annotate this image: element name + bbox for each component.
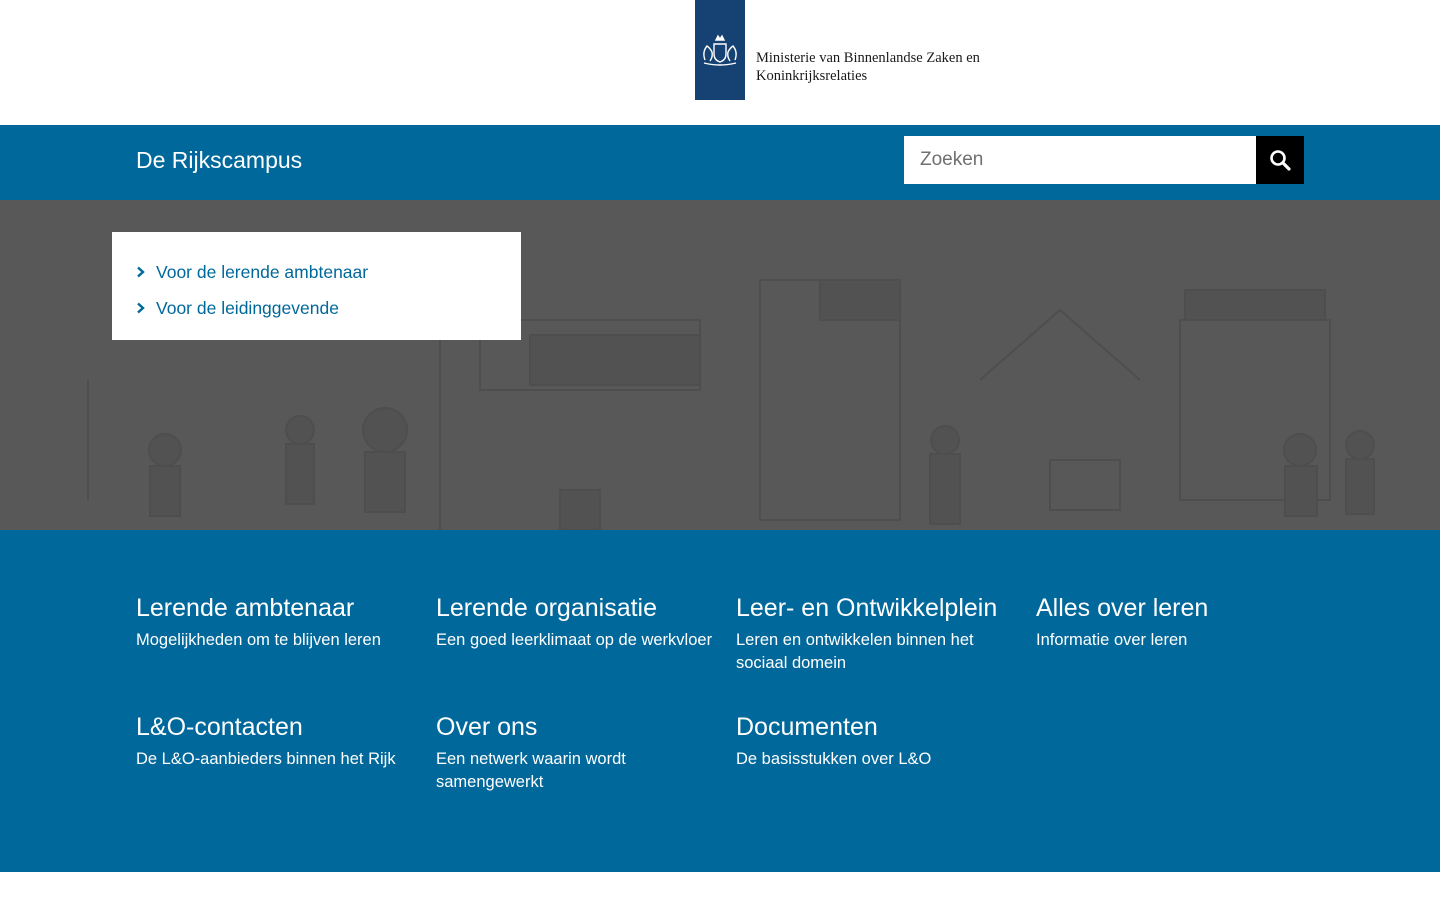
tile-title-link[interactable]: Alles over leren [1036,593,1316,623]
tile-description: Een netwerk waarin wordt samengewerkt [436,750,626,791]
chevron-right-icon [136,266,156,278]
page-bottom-space [0,872,1440,900]
site-title-link[interactable]: De Rijkscampus [136,147,302,174]
tile-leer-en-ontwikkelplein: Leer- en Ontwikkelplein Leren en ontwikk… [736,593,1016,675]
tile-documenten: Documenten De basisstukken over L&O [736,712,1016,771]
tile-description: Leren en ontwikkelen binnen het sociaal … [736,631,974,672]
logo-header: Ministerie van Binnenlandse Zaken en Kon… [0,0,1440,125]
tile-alles-over-leren: Alles over leren Informatie over leren [1036,593,1316,652]
tile-title-link[interactable]: L&O-contacten [136,712,416,742]
ministry-name: Ministerie van Binnenlandse Zaken en Kon… [756,50,980,85]
search-button[interactable] [1256,136,1304,184]
tile-title-link[interactable]: Over ons [436,712,716,742]
tile-title-link[interactable]: Lerende organisatie [436,593,716,623]
tile-lo-contacten: L&O-contacten De L&O-aanbieders binnen h… [136,712,416,771]
search-icon [1270,150,1291,171]
tile-description: De L&O-aanbieders binnen het Rijk [136,750,396,768]
tile-title-link[interactable]: Leer- en Ontwikkelplein [736,593,1016,623]
tile-description: Een goed leerklimaat op de werkvloer [436,631,713,649]
tile-title-link[interactable]: Lerende ambtenaar [136,593,416,623]
ministry-name-line1: Ministerie van Binnenlandse Zaken en [756,50,980,66]
search-input[interactable] [904,136,1256,184]
quick-link-label: Voor de lerende ambtenaar [156,261,369,282]
ministry-name-line2: Koninkrijksrelaties [756,67,868,84]
quick-link-leidinggevende[interactable]: Voor de leidinggevende [136,290,521,326]
tile-lerende-organisatie: Lerende organisatie Een goed leerklimaat… [436,593,716,652]
quick-link-lerende-ambtenaar[interactable]: Voor de lerende ambtenaar [136,254,521,290]
ministry-logo[interactable] [695,0,745,100]
hero-banner: Voor de lerende ambtenaar Voor de leidin… [0,200,1440,530]
tile-lerende-ambtenaar: Lerende ambtenaar Mogelijkheden om te bl… [136,593,416,652]
topic-tiles: Lerende ambtenaar Mogelijkheden om te bl… [0,530,1440,872]
quick-link-label: Voor de leidinggevende [156,297,339,318]
tile-over-ons: Over ons Een netwerk waarin wordt sameng… [436,712,716,794]
tile-description: Informatie over leren [1036,631,1188,649]
tile-description: Mogelijkheden om te blijven leren [136,631,381,649]
coat-of-arms-icon [703,34,737,66]
hero-quick-links: Voor de lerende ambtenaar Voor de leidin… [112,232,521,340]
chevron-right-icon [136,302,156,314]
tile-description: De basisstukken over L&O [736,750,932,768]
tile-title-link[interactable]: Documenten [736,712,1016,742]
